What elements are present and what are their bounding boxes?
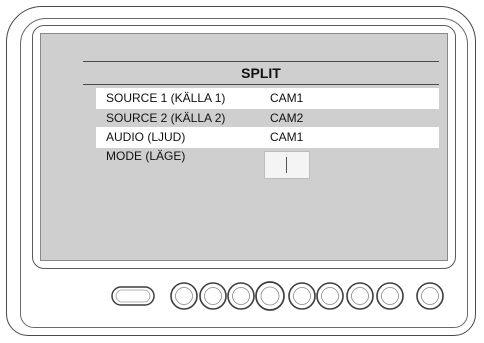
button-3[interactable] — [227, 282, 255, 310]
button-panel — [111, 281, 444, 311]
button-7[interactable] — [346, 282, 374, 310]
button-5[interactable] — [288, 282, 316, 310]
monitor-device: SPLIT SOURCE 1 (KÄLLA 1) CAM1 SOURCE 2 (… — [0, 0, 484, 343]
button-1[interactable] — [170, 282, 198, 310]
button-2[interactable] — [199, 282, 227, 310]
button-8[interactable] — [376, 282, 404, 310]
button-9[interactable] — [416, 282, 444, 310]
button-4[interactable] — [255, 281, 285, 311]
button-6[interactable] — [316, 282, 344, 310]
